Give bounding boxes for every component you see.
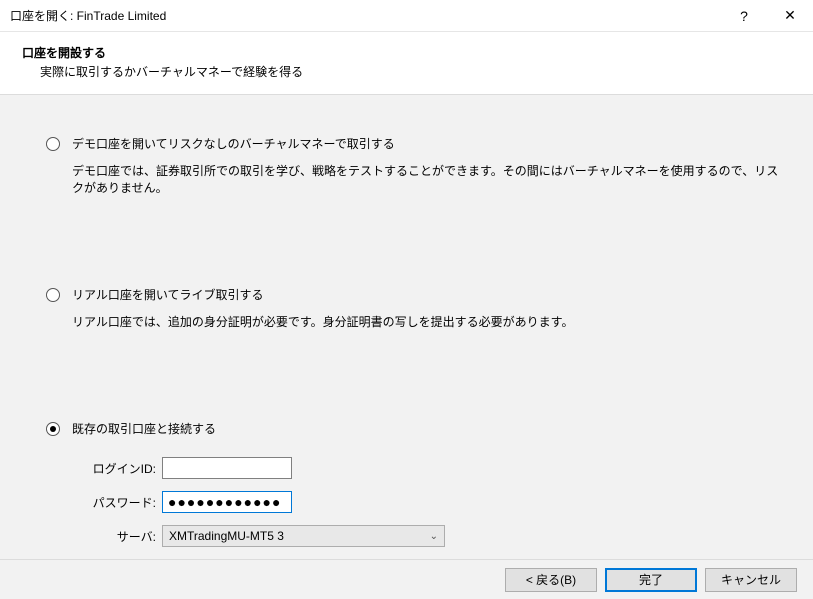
option-demo: デモ口座を開いてリスクなしのバーチャルマネーで取引する デモ口座では、証券取引所… xyxy=(46,135,785,196)
back-button[interactable]: < 戻る(B) xyxy=(505,568,597,592)
dialog-window: 口座を開く: FinTrade Limited ? ✕ 口座を開設する 実際に取… xyxy=(0,0,813,599)
option-existing: 既存の取引口座と接続する ログインID: パスワード: ●●●●●●●●●●●●… xyxy=(46,420,785,547)
login-input[interactable] xyxy=(162,457,292,479)
close-button[interactable]: ✕ xyxy=(767,0,813,32)
footer: < 戻る(B) 完了 キャンセル xyxy=(0,559,813,599)
radio-real[interactable] xyxy=(46,288,60,302)
radio-demo[interactable] xyxy=(46,137,60,151)
server-row: サーバ: XMTradingMU-MT5 3 ⌄ xyxy=(72,525,785,547)
titlebar-controls: ? ✕ xyxy=(721,0,813,32)
option-real-desc: リアル口座では、追加の身分証明が必要です。身分証明書の写しを提出する必要がありま… xyxy=(46,313,785,330)
option-existing-row[interactable]: 既存の取引口座と接続する xyxy=(46,420,785,437)
window-title: 口座を開く: FinTrade Limited xyxy=(10,7,721,24)
finish-button[interactable]: 完了 xyxy=(605,568,697,592)
form-area: ログインID: パスワード: ●●●●●●●●●●●● サーバ: XMTradi… xyxy=(46,457,785,547)
help-icon: ? xyxy=(740,8,748,24)
password-input[interactable]: ●●●●●●●●●●●● xyxy=(162,491,292,513)
option-demo-desc: デモ口座では、証券取引所での取引を学び、戦略をテストすることができます。その間に… xyxy=(46,162,785,196)
cancel-button[interactable]: キャンセル xyxy=(705,568,797,592)
header-block: 口座を開設する 実際に取引するかバーチャルマネーで経験を得る xyxy=(0,32,813,95)
password-mask: ●●●●●●●●●●●● xyxy=(168,494,281,510)
option-existing-label: 既存の取引口座と接続する xyxy=(72,420,216,437)
option-real-label: リアル口座を開いてライブ取引する xyxy=(72,286,264,303)
header-subtitle: 実際に取引するかバーチャルマネーで経験を得る xyxy=(22,63,793,80)
titlebar: 口座を開く: FinTrade Limited ? ✕ xyxy=(0,0,813,32)
close-icon: ✕ xyxy=(784,7,796,24)
password-row: パスワード: ●●●●●●●●●●●● xyxy=(72,491,785,513)
login-row: ログインID: xyxy=(72,457,785,479)
body-area: デモ口座を開いてリスクなしのバーチャルマネーで取引する デモ口座では、証券取引所… xyxy=(0,95,813,559)
option-demo-label: デモ口座を開いてリスクなしのバーチャルマネーで取引する xyxy=(72,135,395,152)
server-select[interactable]: XMTradingMU-MT5 3 ⌄ xyxy=(162,525,445,547)
header-title: 口座を開設する xyxy=(22,44,793,61)
password-label: パスワード: xyxy=(72,494,156,511)
option-real-row[interactable]: リアル口座を開いてライブ取引する xyxy=(46,286,785,303)
login-label: ログインID: xyxy=(72,460,156,477)
option-demo-row[interactable]: デモ口座を開いてリスクなしのバーチャルマネーで取引する xyxy=(46,135,785,152)
help-button[interactable]: ? xyxy=(721,0,767,32)
option-real: リアル口座を開いてライブ取引する リアル口座では、追加の身分証明が必要です。身分… xyxy=(46,286,785,330)
server-label: サーバ: xyxy=(72,528,156,545)
server-select-value: XMTradingMU-MT5 3 xyxy=(169,529,430,543)
chevron-down-icon: ⌄ xyxy=(430,531,438,542)
radio-existing[interactable] xyxy=(46,422,60,436)
